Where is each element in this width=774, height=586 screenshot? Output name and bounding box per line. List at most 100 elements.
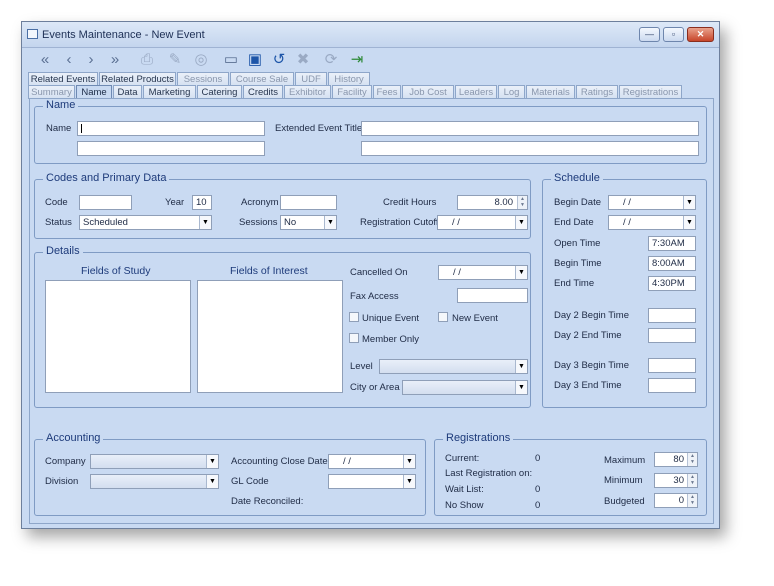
tab-udf[interactable]: UDF (295, 72, 327, 86)
company-label: Company (45, 456, 86, 467)
app-icon (27, 29, 38, 39)
minimize-button[interactable]: — (639, 27, 660, 42)
chevron-down-icon[interactable]: ▼ (403, 455, 415, 468)
tab-data[interactable]: Data (113, 85, 142, 99)
chevron-down-icon[interactable]: ▼ (515, 381, 527, 394)
close-button[interactable]: ✕ (687, 27, 714, 42)
accounting-close-date-picker[interactable]: / / ▼ (328, 454, 416, 469)
print-icon[interactable]: ⎙ (136, 50, 158, 69)
current-label: Current: (445, 453, 480, 464)
tab-credits[interactable]: Credits (243, 85, 283, 99)
tab-catering[interactable]: Catering (197, 85, 242, 99)
edit-icon[interactable]: ✎ (164, 50, 186, 69)
division-dropdown[interactable]: ▼ (90, 474, 219, 489)
minimum-stepper[interactable]: 30 ▲ ▼ (654, 473, 698, 488)
new-event-checkbox[interactable] (438, 312, 448, 322)
unique-event-checkbox[interactable] (349, 312, 359, 322)
tab-history[interactable]: History (328, 72, 370, 86)
open-time-input[interactable]: 7:30AM (648, 236, 696, 251)
details-group-title: Details (43, 245, 83, 257)
extended-title-label: Extended Event Title (275, 123, 363, 134)
tab-related-events[interactable]: Related Events (28, 72, 98, 86)
previous-record-icon[interactable]: ‹ (58, 50, 80, 69)
tab-course-sale[interactable]: Course Sale (230, 72, 294, 86)
title-bar[interactable]: Events Maintenance - New Event — ▫ ✕ (22, 22, 719, 48)
chevron-down-icon[interactable]: ▼ (199, 216, 211, 229)
cancelled-on-date-picker[interactable]: / / ▼ (438, 265, 528, 280)
code-input[interactable] (79, 195, 132, 210)
tab-ratings[interactable]: Ratings (576, 85, 618, 99)
tab-row-upper: Related Events Related Products Sessions Co… (28, 72, 718, 86)
fax-access-input[interactable] (457, 288, 528, 303)
spin-arrows-icon[interactable]: ▲ ▼ (687, 494, 697, 507)
year-input[interactable]: 10 (192, 195, 212, 210)
acronym-input[interactable] (280, 195, 337, 210)
end-time-input[interactable]: 4:30PM (648, 276, 696, 291)
tab-registrations[interactable]: Registrations (619, 85, 682, 99)
end-date-picker[interactable]: / / ▼ (608, 215, 696, 230)
chevron-down-icon[interactable]: ▼ (683, 196, 695, 209)
chevron-down-icon[interactable]: ▼ (515, 360, 527, 373)
extended-title-input[interactable] (361, 121, 699, 136)
chevron-down-icon[interactable]: ▼ (324, 216, 336, 229)
day3-begin-time-input[interactable] (648, 358, 696, 373)
credit-hours-stepper[interactable]: 8.00 ▲ ▼ (457, 195, 528, 210)
tab-sessions[interactable]: Sessions (177, 72, 229, 86)
next-record-icon[interactable]: › (80, 50, 102, 69)
budgeted-stepper[interactable]: 0 ▲ ▼ (654, 493, 698, 508)
first-record-icon[interactable]: « (34, 50, 56, 69)
member-only-checkbox[interactable] (349, 333, 359, 343)
name-line2-input[interactable] (77, 141, 265, 156)
tab-job-cost[interactable]: Job Cost (402, 85, 454, 99)
chevron-down-icon[interactable]: ▼ (206, 475, 218, 488)
status-dropdown[interactable]: Scheduled ▼ (79, 215, 212, 230)
last-record-icon[interactable]: » (104, 50, 126, 69)
chevron-down-icon[interactable]: ▼ (403, 475, 415, 488)
begin-time-input[interactable]: 8:00AM (648, 256, 696, 271)
tab-exhibitor[interactable]: Exhibitor (284, 85, 331, 99)
schedule-group-title: Schedule (551, 172, 603, 184)
maximize-button[interactable]: ▫ (663, 27, 684, 42)
tab-materials[interactable]: Materials (526, 85, 575, 99)
tab-fees[interactable]: Fees (373, 85, 401, 99)
refresh-icon[interactable]: ⟳ (320, 50, 342, 69)
tab-related-products[interactable]: Related Products (99, 72, 176, 86)
spin-arrows-icon[interactable]: ▲ ▼ (687, 474, 697, 487)
sessions-dropdown[interactable]: No ▼ (280, 215, 337, 230)
extended-title-line2-input[interactable] (361, 141, 699, 156)
registration-cutoff-date-picker[interactable]: / / ▼ (437, 215, 528, 230)
exit-icon[interactable]: ⇥ (346, 50, 368, 69)
new-document-icon[interactable]: ▭ (220, 50, 242, 69)
day2-end-time-input[interactable] (648, 328, 696, 343)
spin-arrows-icon[interactable]: ▲ ▼ (687, 453, 697, 466)
tab-log[interactable]: Log (498, 85, 525, 99)
tab-summary[interactable]: Summary (28, 85, 75, 99)
window-title: Events Maintenance - New Event (42, 29, 205, 41)
city-or-area-dropdown[interactable]: ▼ (402, 380, 528, 395)
day2-begin-time-input[interactable] (648, 308, 696, 323)
fields-of-interest-list[interactable] (197, 280, 343, 393)
tab-marketing[interactable]: Marketing (143, 85, 196, 99)
level-dropdown[interactable]: ▼ (379, 359, 528, 374)
day3-end-time-input[interactable] (648, 378, 696, 393)
chevron-down-icon[interactable]: ▼ (515, 216, 527, 229)
tab-leaders[interactable]: Leaders (455, 85, 497, 99)
begin-date-picker[interactable]: / / ▼ (608, 195, 696, 210)
wait-list-label: Wait List: (445, 484, 484, 495)
name-input[interactable] (77, 121, 265, 136)
gl-code-dropdown[interactable]: ▼ (328, 474, 416, 489)
company-dropdown[interactable]: ▼ (90, 454, 219, 469)
maximum-stepper[interactable]: 80 ▲ ▼ (654, 452, 698, 467)
level-label: Level (350, 361, 373, 372)
delete-icon[interactable]: ✖ (292, 50, 314, 69)
find-icon[interactable]: ◎ (190, 50, 212, 69)
tab-facility[interactable]: Facility (332, 85, 372, 99)
chevron-down-icon[interactable]: ▼ (206, 455, 218, 468)
spin-arrows-icon[interactable]: ▲ ▼ (517, 196, 527, 209)
chevron-down-icon[interactable]: ▼ (515, 266, 527, 279)
chevron-down-icon[interactable]: ▼ (683, 216, 695, 229)
member-only-label: Member Only (362, 334, 420, 345)
fields-of-study-list[interactable] (45, 280, 191, 393)
undo-icon[interactable]: ↺ (268, 50, 290, 69)
save-icon[interactable]: ▣ (244, 50, 266, 69)
